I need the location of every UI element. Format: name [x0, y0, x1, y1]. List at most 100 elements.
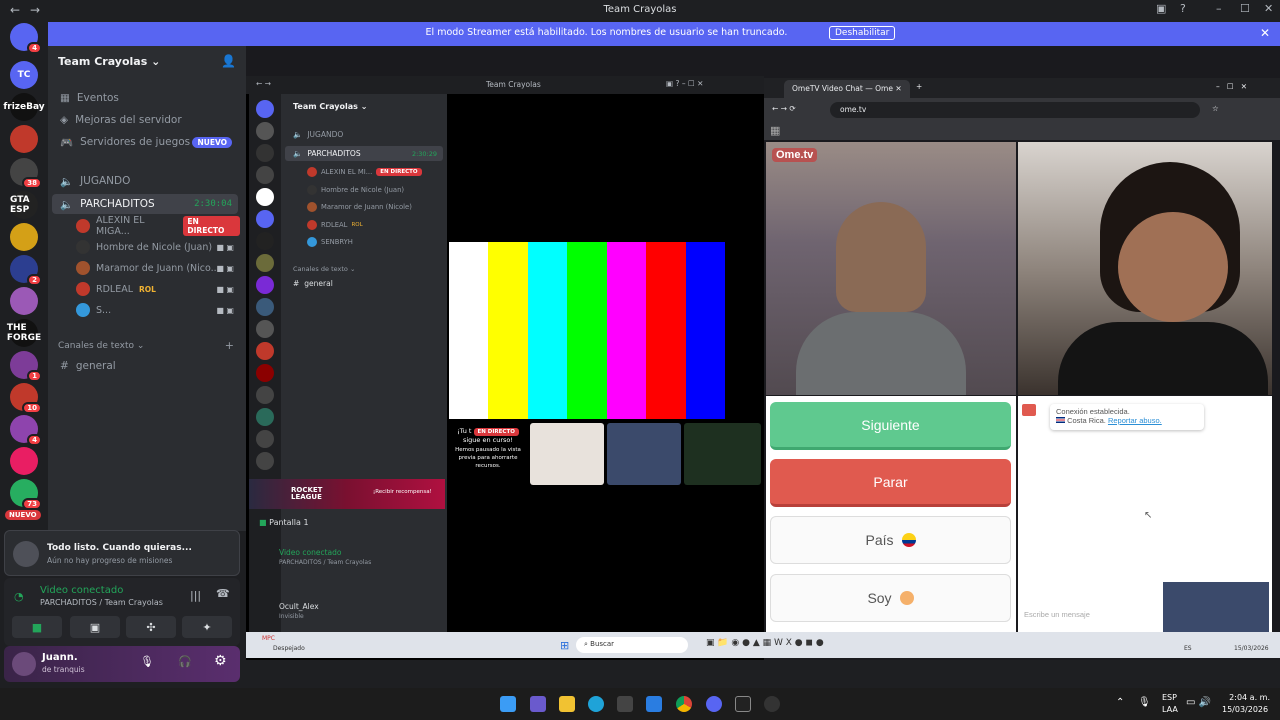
stream-server-icon [256, 320, 274, 338]
server-icon[interactable]: 4 [10, 415, 42, 446]
stream-server-icon [256, 408, 274, 426]
widgets-icon[interactable] [530, 696, 546, 712]
inbox-icon[interactable]: ▣ [1156, 2, 1166, 15]
stream-channel-sidebar: Team Crayolas ⌄ 🔈 JUGANDO 🔈 PARCHADITOS 2:3… [249, 94, 447, 632]
voice-user[interactable]: S... ■ ▣ [76, 300, 240, 320]
headphones-icon[interactable]: 🎧 [178, 655, 192, 668]
app-icon[interactable] [735, 696, 751, 712]
speaker-icon: 🔈 [293, 130, 303, 139]
windows-start-icon[interactable]: ⊞ [560, 639, 569, 652]
stream-server-icon [256, 342, 274, 360]
avatar[interactable] [12, 652, 36, 676]
country-button[interactable]: País [770, 516, 1011, 564]
browser-nav-icon[interactable]: ← → ⟳ [772, 104, 796, 113]
preview-paused-card: ¡Tu t EN DIRECTO sigue en curso! Hemos p… [449, 423, 527, 485]
picture-in-picture-video[interactable] [1162, 581, 1270, 639]
server-icon[interactable]: THE FORGE [7, 319, 41, 347]
tray-chevron-icon[interactable]: ⌃ [1116, 697, 1124, 708]
language-indicator[interactable]: ESP [1162, 693, 1177, 702]
sidebar-item-game-servers[interactable]: 🎮 Servidores de juegos NUEVO [52, 132, 238, 152]
server-icon[interactable]: TC [10, 61, 38, 89]
obs-icon[interactable] [764, 696, 780, 712]
maximize-icon[interactable]: ☐ [1240, 2, 1250, 15]
stream-server-icon [256, 232, 274, 250]
report-link[interactable]: Reportar abuso. [1108, 416, 1162, 425]
voice-user[interactable]: RDLEAL ROL ■ ▣ [76, 279, 240, 299]
chrome-icon[interactable] [676, 696, 692, 712]
stream-server-list [249, 94, 281, 632]
server-icon[interactable] [10, 125, 38, 153]
stop-button[interactable]: Parar [770, 459, 1011, 507]
participant-thumbnail[interactable] [530, 423, 604, 485]
new-tab-icon[interactable]: + [916, 82, 922, 91]
file-explorer-icon[interactable] [559, 696, 575, 712]
server-icon[interactable]: 38 [10, 158, 42, 189]
server-icon[interactable]: 2 [10, 255, 42, 286]
voice-channel-jugando[interactable]: 🔈 JUGANDO [52, 171, 238, 191]
participant-thumbnail[interactable] [684, 423, 761, 485]
color-bars-test-pattern [449, 242, 725, 419]
voice-user[interactable]: Maramor de Juann (Nico... ■ ▣ [76, 258, 240, 278]
noise-suppression-icon[interactable]: ||| [190, 589, 201, 602]
sidebar-item-boosts[interactable]: ◈ Mejoras del servidor [52, 110, 238, 130]
back-arrow-icon: ← → [256, 79, 271, 88]
mic-tray-icon[interactable]: 🎙 [1138, 697, 1151, 708]
server-icon[interactable] [10, 287, 38, 315]
text-channel-general[interactable]: # general [52, 356, 238, 376]
promo-banner[interactable]: ROCKET LEAGUE ¡Recibir recompensa! [249, 479, 445, 509]
server-icon[interactable] [10, 223, 38, 251]
voice-user[interactable]: Hombre de Nicole (Juan) ■ ▣ [76, 237, 240, 257]
server-icon[interactable] [10, 447, 38, 475]
next-button[interactable]: Siguiente [770, 402, 1011, 450]
add-channel-icon[interactable]: + [225, 339, 234, 352]
user-status: de tranquis [42, 665, 85, 674]
screen-share-button[interactable]: ▣ [70, 616, 120, 638]
add-member-icon[interactable]: 👤 [221, 54, 236, 68]
apps-grid-icon[interactable]: ▦ [770, 124, 780, 137]
server-icon[interactable]: 1 [10, 351, 42, 382]
server-icon[interactable]: 4 [10, 23, 42, 54]
server-name[interactable]: Team Crayolas ⌄ [58, 55, 160, 68]
windows-start-icon[interactable] [500, 696, 516, 712]
sidebar-item-events[interactable]: ▦ Eventos [52, 88, 238, 108]
close-banner-icon[interactable]: ✕ [1260, 26, 1270, 40]
voice-channel-parchaditos[interactable]: 🔈 PARCHADITOS 2:30:04 [52, 194, 238, 214]
server-icon[interactable]: frizeBay [3, 93, 45, 121]
camera-button[interactable]: ■ [12, 616, 62, 638]
mail-icon[interactable] [646, 696, 662, 712]
quest-panel[interactable]: Todo listo. Cuando quieras... Aún no hay… [4, 530, 240, 576]
chat-input[interactable]: Escribe un mensaje [1024, 610, 1090, 619]
disable-streamer-button[interactable]: Deshabilitar [829, 26, 896, 40]
disconnect-icon[interactable]: ☎ [216, 587, 230, 600]
star-icon[interactable]: ☆ [1212, 104, 1219, 113]
soundboard-button[interactable]: ✦ [182, 616, 232, 638]
discord-icon[interactable] [706, 696, 722, 712]
stream-server-icon [256, 254, 274, 272]
browser-tab[interactable]: OmeTV Video Chat — Ome ✕ [784, 80, 910, 98]
network-volume-icon[interactable]: ▭ 🔊 [1186, 697, 1211, 708]
stream-voice-user: Hombre de Nicole (Juan) [307, 183, 443, 197]
participant-thumbnail[interactable] [607, 423, 681, 485]
inner-lang: ES [1184, 645, 1192, 652]
settings-gear-icon[interactable]: ⚙ [214, 653, 227, 669]
server-icon[interactable]: 10 [10, 383, 42, 414]
close-icon[interactable]: ✕ [1264, 2, 1273, 15]
inner-search-box[interactable]: ⌕ Buscar [576, 637, 688, 653]
avatar [307, 219, 317, 230]
clock-time[interactable]: 2:04 a. m. [1228, 693, 1270, 702]
help-icon[interactable]: ? [1180, 2, 1186, 15]
activities-button[interactable]: ✣ [126, 616, 176, 638]
server-icon[interactable]: GTA ESP [10, 191, 38, 219]
stream-voice-jugando: 🔈 JUGANDO [293, 130, 344, 139]
url-field[interactable]: ome.tv [830, 102, 1200, 118]
server-icon[interactable]: 73 [10, 479, 42, 510]
voice-user[interactable]: ALEXIN EL MIGA... EN DIRECTO [76, 215, 240, 237]
minimize-icon[interactable]: – [1216, 2, 1222, 15]
text-category[interactable]: Canales de texto ⌄ [58, 341, 144, 351]
voice-channel-path[interactable]: PARCHADITOS / Team Crayolas [40, 598, 163, 607]
gender-button[interactable]: Soy [770, 574, 1011, 622]
microphone-icon[interactable]: 🎙 [140, 655, 154, 668]
stream-video-status: Video conectado [279, 548, 342, 557]
store-icon[interactable] [617, 696, 633, 712]
edge-icon[interactable] [588, 696, 604, 712]
